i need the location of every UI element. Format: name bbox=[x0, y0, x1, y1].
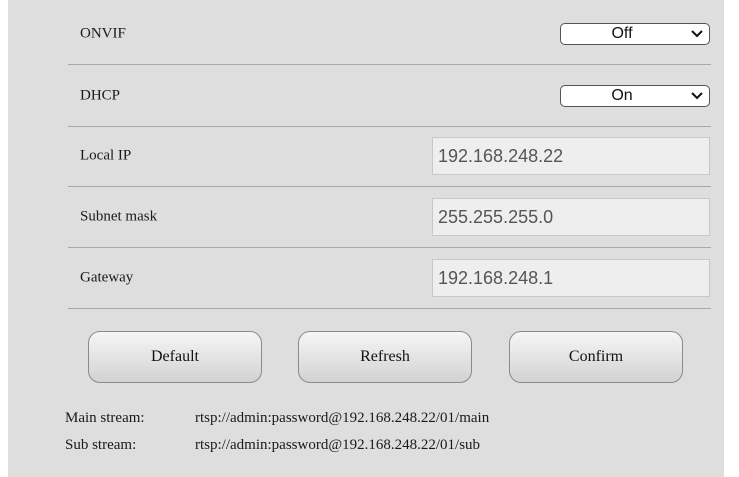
confirm-button[interactable]: Confirm bbox=[509, 331, 683, 383]
sub-stream-label: Sub stream: bbox=[65, 437, 137, 453]
subnet-mask-row: Subnet mask 255.255.255.0 bbox=[68, 186, 711, 248]
refresh-button[interactable]: Refresh bbox=[298, 331, 472, 383]
gateway-label: Gateway bbox=[80, 269, 134, 285]
main-stream-label: Main stream: bbox=[65, 410, 145, 426]
gateway-field[interactable]: 192.168.248.1 bbox=[432, 258, 710, 297]
network-settings-panel: ONVIF Off DHCP On Local IP 192.168.248.2… bbox=[8, 0, 724, 477]
chevron-down-icon bbox=[691, 29, 703, 37]
sub-stream-url: rtsp://admin:password@192.168.248.22/01/… bbox=[195, 437, 481, 453]
dhcp-row: DHCP On bbox=[68, 65, 711, 127]
gateway-row: Gateway 192.168.248.1 bbox=[68, 247, 711, 309]
subnet-mask-label: Subnet mask bbox=[80, 208, 158, 224]
dhcp-select-value: On bbox=[611, 86, 633, 104]
onvif-select-value: Off bbox=[611, 24, 633, 42]
main-stream-url: rtsp://admin:password@192.168.248.22/01/… bbox=[195, 410, 490, 426]
subnet-mask-field[interactable]: 255.255.255.0 bbox=[432, 197, 710, 236]
onvif-label: ONVIF bbox=[80, 25, 126, 41]
sub-stream-line: Sub stream: rtsp://admin:password@192.168… bbox=[65, 437, 480, 454]
main-stream-line: Main stream: rtsp://admin:password@192.16… bbox=[65, 410, 489, 427]
onvif-select[interactable]: Off bbox=[560, 22, 710, 45]
dhcp-label: DHCP bbox=[80, 87, 121, 103]
chevron-down-icon bbox=[691, 91, 703, 99]
local-ip-label: Local IP bbox=[80, 147, 132, 163]
dhcp-select[interactable]: On bbox=[560, 84, 710, 107]
onvif-row: ONVIF Off bbox=[68, 3, 711, 65]
default-button[interactable]: Default bbox=[88, 331, 262, 383]
local-ip-row: Local IP 192.168.248.22 bbox=[68, 125, 711, 187]
local-ip-field[interactable]: 192.168.248.22 bbox=[432, 136, 710, 175]
